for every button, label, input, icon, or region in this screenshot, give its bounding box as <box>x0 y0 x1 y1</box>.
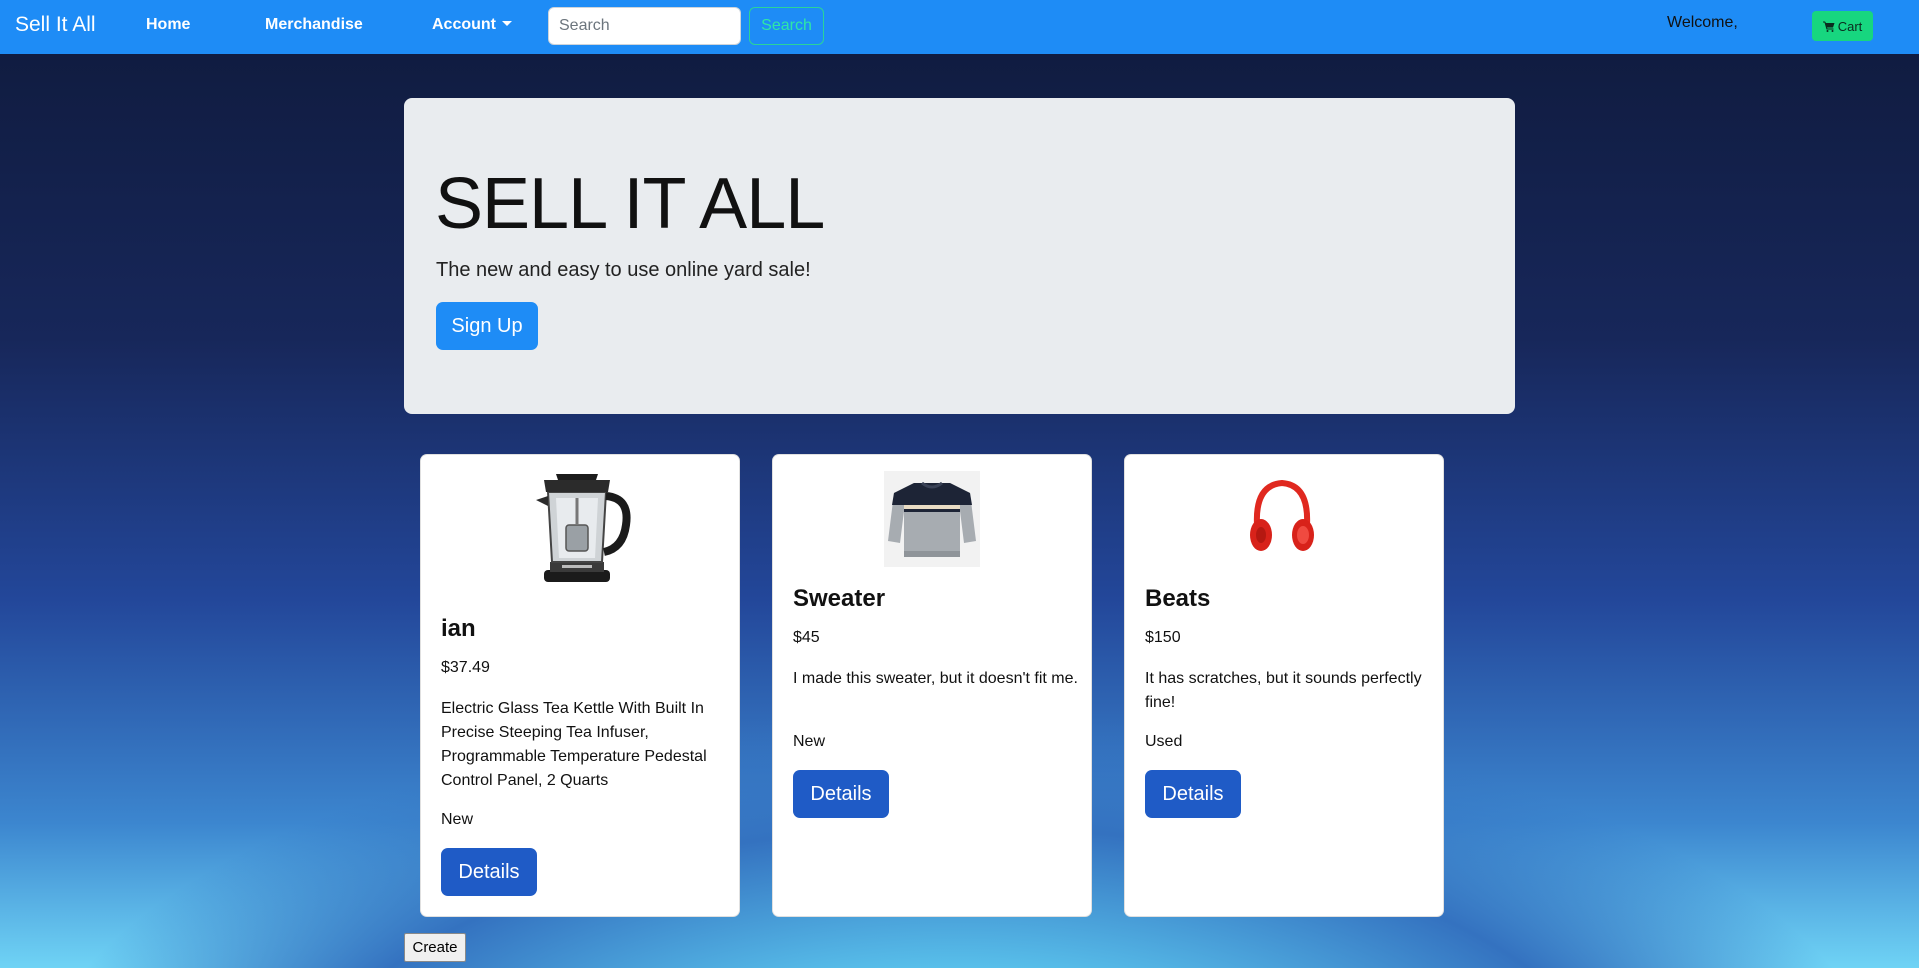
red-headphones-image <box>1250 479 1314 551</box>
details-button[interactable]: Details <box>793 770 889 818</box>
sweater-image <box>884 471 980 567</box>
hero-title: SELL IT ALL <box>435 164 825 244</box>
product-card: ian $37.49 Electric Glass Tea Kettle Wit… <box>420 454 740 917</box>
brand-logo[interactable]: Sell It All <box>15 13 96 37</box>
product-name: Sweater <box>793 585 886 612</box>
welcome-text: Welcome, <box>1667 14 1738 31</box>
product-price: $45 <box>793 629 820 646</box>
nav-merchandise-link[interactable]: Merchandise <box>265 16 363 34</box>
product-name: ian <box>441 615 476 642</box>
sign-up-button[interactable]: Sign Up <box>436 302 538 350</box>
nav-home-link[interactable]: Home <box>146 16 190 34</box>
product-price: $150 <box>1145 629 1181 646</box>
nav-account-dropdown[interactable]: Account <box>432 16 512 34</box>
product-condition: Used <box>1145 733 1183 750</box>
details-button[interactable]: Details <box>1145 770 1241 818</box>
product-description: Electric Glass Tea Kettle With Built In … <box>441 700 707 789</box>
cart-button[interactable]: Cart <box>1812 11 1873 41</box>
hero-lead: The new and easy to use online yard sale… <box>436 259 811 281</box>
hero-jumbotron: SELL IT ALL The new and easy to use onli… <box>404 98 1515 414</box>
search-button[interactable]: Search <box>749 7 824 45</box>
caret-down-icon <box>502 21 512 26</box>
product-name: Beats <box>1145 585 1211 612</box>
product-description: It has scratches, but it sounds perfectl… <box>1145 670 1422 711</box>
product-description: I made this sweater, but it doesn't fit … <box>793 670 1078 687</box>
product-card: Beats $150 It has scratches, but it soun… <box>1124 454 1444 917</box>
nav-account-label: Account <box>432 16 496 33</box>
product-condition: New <box>793 733 826 750</box>
product-card: Sweater $45 I made this sweater, but it … <box>772 454 1092 917</box>
shopping-cart-icon <box>1822 21 1835 32</box>
cart-label: Cart <box>1837 18 1863 34</box>
product-condition: New <box>441 811 474 828</box>
details-button[interactable]: Details <box>441 848 537 896</box>
create-button[interactable]: Create <box>404 933 466 962</box>
product-price: $37.49 <box>441 659 490 676</box>
tea-kettle-image <box>526 470 636 586</box>
navbar: Sell It All Home Merchandise Account Sea… <box>0 0 1919 54</box>
search-input[interactable] <box>548 7 741 45</box>
